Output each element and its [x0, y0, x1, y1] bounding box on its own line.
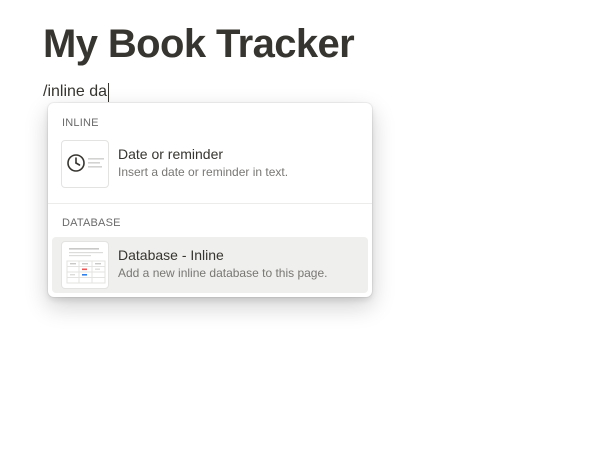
section-label-inline: INLINE: [62, 117, 99, 129]
command-input-line[interactable]: /inline da: [43, 82, 110, 102]
menu-item-title: Database - Inline: [118, 247, 224, 263]
menu-item-title: Date or reminder: [118, 146, 224, 162]
menu-item-description: Insert a date or reminder in text.: [118, 165, 289, 179]
menu-item-database-inline[interactable]: Database - Inline Add a new inline datab…: [52, 237, 368, 293]
slash-command-menu: INLINE Date or reminder Insert a date or…: [48, 103, 372, 297]
section-label-database: DATABASE: [62, 217, 121, 229]
menu-item-description: Add a new inline database to this page.: [118, 266, 328, 280]
table-icon: [61, 241, 109, 289]
page-title[interactable]: My Book Tracker: [43, 22, 355, 66]
menu-item-date-or-reminder[interactable]: Date or reminder Insert a date or remind…: [52, 136, 368, 192]
page: My Book Tracker /inline da INLINE Date o…: [0, 0, 602, 468]
text-caret: [108, 82, 110, 102]
section-divider: [48, 203, 372, 204]
clock-icon: [61, 140, 109, 188]
command-text: /inline da: [43, 83, 108, 100]
